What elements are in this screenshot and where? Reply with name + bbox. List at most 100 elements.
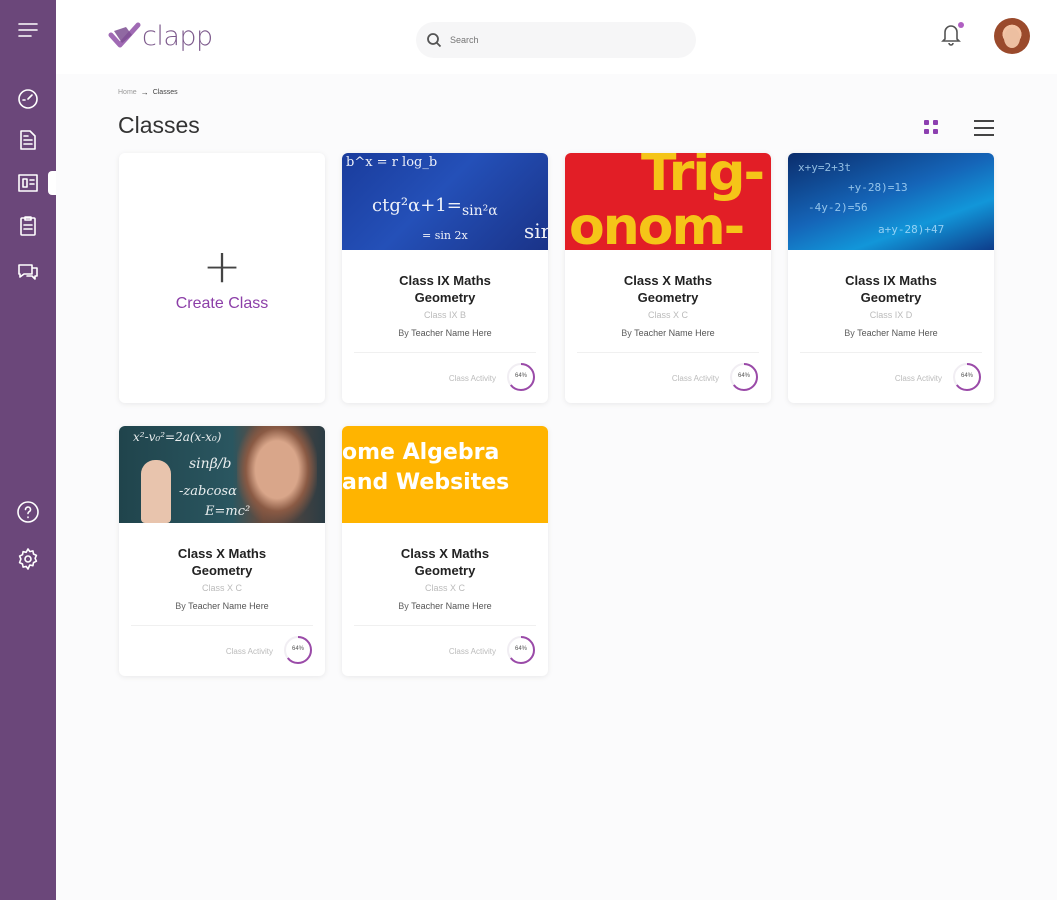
breadcrumb-home[interactable]: Home: [118, 89, 137, 96]
class-card-body: Class IX Maths Geometry Class IX D By Te…: [788, 250, 994, 403]
thumb-text: onom-: [569, 197, 745, 250]
document-icon[interactable]: [14, 126, 42, 154]
plus-icon: +: [202, 239, 242, 293]
class-section: Class X C: [201, 583, 242, 593]
class-card[interactable]: x²-v₀²=2a(x-x₀) sinβ/b -zabcosα E=mc² Cl…: [119, 426, 325, 676]
by-label: By: [844, 328, 855, 338]
arrow-right-icon: →: [140, 88, 149, 97]
settings-icon[interactable]: [14, 545, 42, 573]
main-content: Home → Classes Classes + Create Class b^…: [56, 74, 1057, 900]
by-label: By: [175, 601, 186, 611]
dashboard-icon[interactable]: [14, 85, 42, 113]
activity-value: 64%: [514, 373, 527, 379]
grid-view-icon[interactable]: [922, 118, 942, 138]
thumb-text: +y-28)=13: [848, 181, 908, 194]
divider: [354, 625, 536, 626]
class-section: Class IX B: [423, 310, 466, 320]
class-section: Class IX D: [869, 310, 913, 320]
thumb-text: sin²α: [462, 203, 498, 219]
activity-value: 64%: [514, 646, 527, 652]
breadcrumb-current: Classes: [152, 89, 178, 96]
app-logo[interactable]: clapp: [108, 18, 213, 54]
class-thumbnail: b^x = r log_b ctg²α+1= sin²α = sin 2x si…: [342, 153, 548, 250]
classroom-icon[interactable]: [14, 169, 42, 197]
thumb-text: sir: [524, 219, 548, 243]
page-title: Classes: [118, 112, 200, 138]
class-title: Class X Maths Geometry: [119, 545, 325, 579]
thumb-text: Trig-: [641, 153, 765, 203]
create-class-label: Create Class: [175, 295, 269, 312]
class-thumbnail: Trig- onom-: [565, 153, 771, 250]
class-card-body: Class X Maths Geometry Class X C By Teac…: [342, 523, 548, 676]
class-teacher: By Teacher Name Here: [342, 328, 548, 338]
class-title-line2: Geometry: [414, 290, 476, 305]
thumb-text: = sin 2x: [422, 229, 468, 242]
class-card-body: Class X Maths Geometry Class X C By Teac…: [565, 250, 771, 403]
class-card-body: Class X Maths Geometry Class X C By Teac…: [119, 523, 325, 676]
thumb-text: ctg²α+1=: [372, 195, 462, 216]
list-view-icon[interactable]: [974, 118, 996, 138]
class-title-line2: Geometry: [860, 290, 922, 305]
activity-value: 64%: [291, 646, 304, 652]
class-title-line1: Class X Maths: [177, 546, 267, 561]
help-icon[interactable]: [14, 498, 42, 526]
teacher-name: Teacher Name Here: [188, 601, 269, 611]
chat-icon[interactable]: [14, 257, 42, 285]
activity-progress-ring: 64%: [283, 635, 313, 665]
class-teacher: By Teacher Name Here: [342, 601, 548, 611]
thumb-text: x²-v₀²=2a(x-x₀): [133, 430, 222, 444]
logo-mark-icon: [108, 22, 141, 48]
search-input[interactable]: [450, 35, 670, 45]
thumb-text: -zabcosα: [179, 484, 237, 499]
class-title: Class IX Maths Geometry: [788, 272, 994, 306]
menu-icon[interactable]: [14, 16, 42, 44]
activity-progress-ring: 64%: [506, 635, 536, 665]
top-header: clapp: [56, 0, 1057, 74]
search-icon: [427, 33, 442, 48]
class-card[interactable]: x+y=2+3t +y-28)=13 -4y-2)=56 a+y-28)+47 …: [788, 153, 994, 403]
class-title: Class IX Maths Geometry: [342, 272, 548, 306]
activity-value: 64%: [737, 373, 750, 379]
class-card[interactable]: Trig- onom- Class X Maths Geometry Class…: [565, 153, 771, 403]
logo-text: clapp: [142, 20, 213, 52]
class-title-line1: Class IX Maths: [845, 273, 937, 288]
teacher-name: Teacher Name Here: [634, 328, 715, 338]
class-card[interactable]: b^x = r log_b ctg²α+1= sin²α = sin 2x si…: [342, 153, 548, 403]
by-label: By: [398, 601, 409, 611]
activity-progress-ring: 64%: [729, 362, 759, 392]
class-card-body: Class IX Maths Geometry Class IX B By Te…: [342, 250, 548, 403]
class-section: Class X C: [647, 310, 688, 320]
class-thumbnail: ome Algebra and Websites: [342, 426, 548, 523]
thumb-text: -4y-2)=56: [808, 201, 868, 214]
class-card[interactable]: ome Algebra and Websites Class X Maths G…: [342, 426, 548, 676]
clipboard-icon[interactable]: [14, 212, 42, 240]
activity-progress-ring: 64%: [506, 362, 536, 392]
notification-dot: [958, 22, 964, 28]
avatar[interactable]: [994, 18, 1030, 54]
class-section: Class X C: [424, 583, 465, 593]
class-title-line2: Geometry: [191, 563, 253, 578]
class-teacher: By Teacher Name Here: [565, 328, 771, 338]
notifications-button[interactable]: [940, 22, 964, 48]
class-title-line2: Geometry: [637, 290, 699, 305]
thumb-text: b^x = r log_b: [346, 155, 438, 170]
active-indicator: [48, 171, 56, 195]
class-activity-label: Class Activity: [894, 374, 942, 383]
class-title: Class X Maths Geometry: [342, 545, 548, 579]
class-teacher: By Teacher Name Here: [788, 328, 994, 338]
class-teacher: By Teacher Name Here: [119, 601, 325, 611]
class-thumbnail: x+y=2+3t +y-28)=13 -4y-2)=56 a+y-28)+47: [788, 153, 994, 250]
class-activity-label: Class Activity: [448, 374, 496, 383]
activity-progress-ring: 64%: [952, 362, 982, 392]
create-class-card[interactable]: + Create Class: [119, 153, 325, 403]
teacher-name: Teacher Name Here: [857, 328, 938, 338]
thumb-text: E=mc²: [205, 504, 251, 519]
search-bar[interactable]: [416, 22, 696, 58]
class-thumbnail: x²-v₀²=2a(x-x₀) sinβ/b -zabcosα E=mc²: [119, 426, 325, 523]
thumb-text: x+y=2+3t: [798, 161, 851, 174]
class-title-line1: Class X Maths: [623, 273, 713, 288]
activity-value: 64%: [960, 373, 973, 379]
class-title-line1: Class IX Maths: [399, 273, 491, 288]
breadcrumb: Home → Classes: [118, 88, 178, 97]
class-activity-label: Class Activity: [671, 374, 719, 383]
